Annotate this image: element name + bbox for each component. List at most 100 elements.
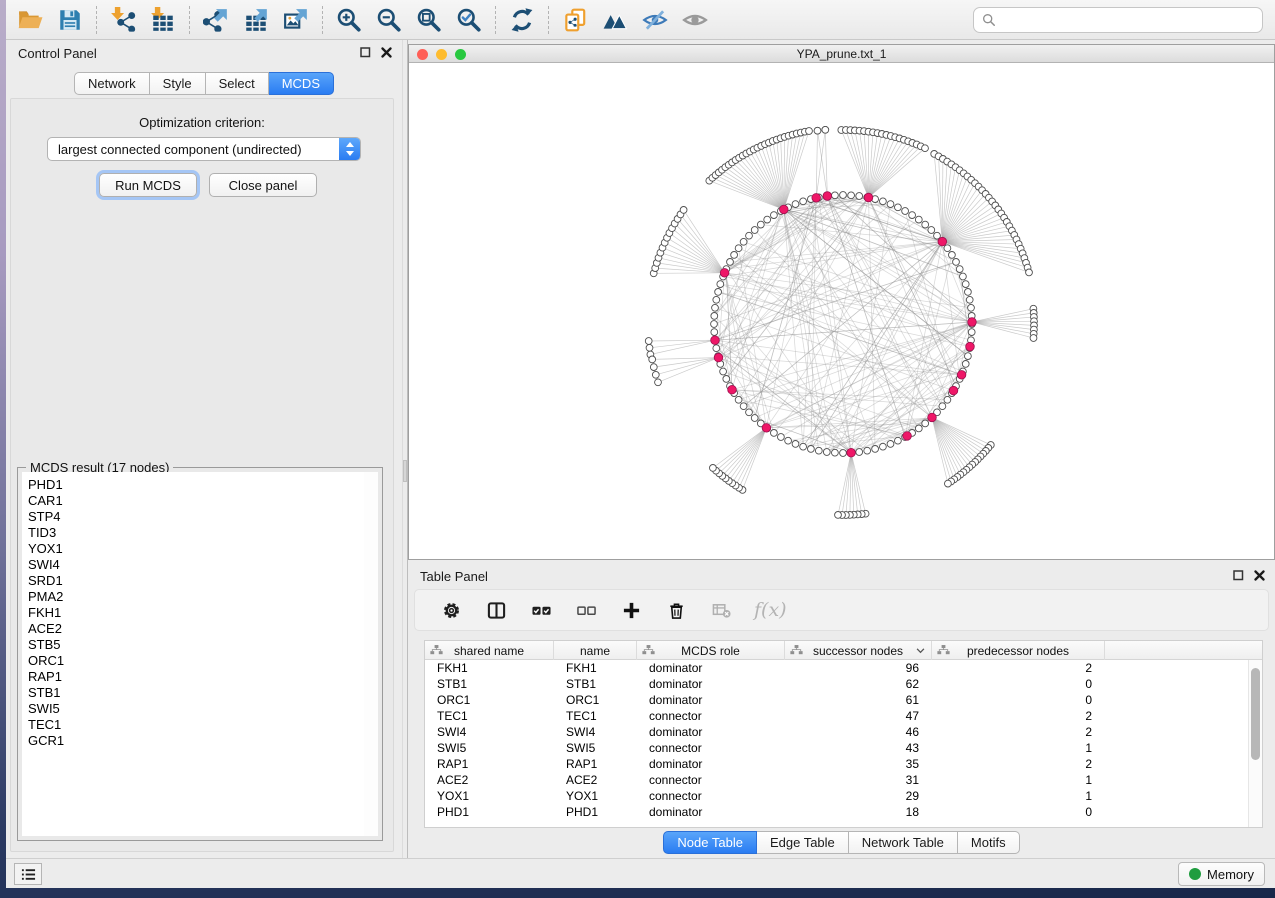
tab-select[interactable]: Select [206,72,269,95]
tab-edge-table[interactable]: Edge Table [757,831,849,854]
table-row[interactable]: SWI4SWI4dominator462 [425,724,1248,740]
network-view-window: YPA_prune.txt_1 [408,44,1275,560]
table-cell: dominator [637,676,785,692]
mcds-result-item[interactable]: PHD1 [22,477,364,493]
export-network-button[interactable] [196,3,236,37]
close-table-panel-icon[interactable] [1254,570,1265,581]
table-row[interactable]: ACE2ACE2connector311 [425,772,1248,788]
export-table-button[interactable] [236,3,276,37]
search-box[interactable] [973,7,1263,33]
open-button[interactable] [10,3,50,37]
toolbar-buttons [10,0,715,40]
add-button[interactable] [619,598,643,622]
mcds-result-item[interactable]: ORC1 [22,653,364,669]
select-all-button[interactable] [529,598,553,622]
mcds-result-item[interactable]: SWI4 [22,557,364,573]
criterion-dropdown[interactable]: largest connected component (undirected) [47,137,361,161]
table-panel-title: Table Panel [420,569,488,584]
mcds-result-item[interactable]: ACE2 [22,621,364,637]
table-cell: 1 [932,788,1105,804]
copy-network-button[interactable] [555,3,595,37]
column-header-mcds-role[interactable]: MCDS role [637,641,785,660]
zoom-in-button[interactable] [329,3,369,37]
search-input[interactable] [1001,10,1262,30]
columns-button[interactable] [484,598,508,622]
mcds-result-item[interactable]: RAP1 [22,669,364,685]
export-table-icon [243,7,269,33]
mcds-result-item[interactable]: YOX1 [22,541,364,557]
zoom-fit-button[interactable] [409,3,449,37]
table-row[interactable]: RAP1RAP1dominator352 [425,756,1248,772]
network-window-titlebar[interactable]: YPA_prune.txt_1 [409,45,1274,63]
scrollbar-thumb[interactable] [1251,668,1260,760]
mcds-result-item[interactable]: TID3 [22,525,364,541]
table-scrollbar[interactable] [1248,660,1262,827]
hide-selected-button[interactable] [635,3,675,37]
mcds-result-item[interactable]: STB5 [22,637,364,653]
column-header-predecessor-nodes[interactable]: predecessor nodes [932,641,1105,660]
tab-mcds[interactable]: MCDS [269,72,334,95]
tab-node-table[interactable]: Node Table [663,831,757,854]
table-cell: 0 [932,804,1105,820]
mcds-result-item[interactable]: STB1 [22,685,364,701]
control-panel-titlebar: Control Panel [6,40,402,66]
table-cell: TEC1 [425,708,554,724]
import-table-icon [150,7,176,33]
column-header-shared-name[interactable]: shared name [425,641,554,660]
table-row[interactable]: ORC1ORC1dominator610 [425,692,1248,708]
select-all-icon [532,601,551,620]
first-neighbors-button[interactable] [595,3,635,37]
run-mcds-button[interactable]: Run MCDS [99,173,197,197]
mcds-result-item[interactable]: CAR1 [22,493,364,509]
show-panels-button[interactable] [14,863,42,885]
deselect-all-button[interactable] [574,598,598,622]
close-panel-icon[interactable] [381,47,392,58]
table-row[interactable]: YOX1YOX1connector291 [425,788,1248,804]
float-panel-icon[interactable] [360,47,371,58]
tab-network-table[interactable]: Network Table [849,831,958,854]
tab-style[interactable]: Style [150,72,206,95]
table-cell: 18 [785,804,932,820]
table-row[interactable]: FKH1FKH1dominator962 [425,660,1248,676]
network-canvas[interactable] [409,63,1274,559]
mcds-result-item[interactable]: STP4 [22,509,364,525]
show-all-button[interactable] [675,3,715,37]
import-table-button[interactable] [143,3,183,37]
mcds-result-item[interactable]: GCR1 [22,733,364,749]
table-cell: dominator [637,804,785,820]
table-row[interactable]: STB1STB1dominator620 [425,676,1248,692]
table-row[interactable]: PHD1PHD1dominator180 [425,804,1248,820]
import-network-button[interactable] [103,3,143,37]
memory-button[interactable]: Memory [1178,862,1265,886]
zoom-out-icon [376,7,402,33]
table-row[interactable]: SWI5SWI5connector431 [425,740,1248,756]
mcds-result-item[interactable]: PMA2 [22,589,364,605]
export-image-button[interactable] [276,3,316,37]
table-cell: RAP1 [554,756,637,772]
mcds-result-item[interactable]: SWI5 [22,701,364,717]
table-row[interactable]: TEC1TEC1connector472 [425,708,1248,724]
zoom-out-button[interactable] [369,3,409,37]
float-table-panel-icon[interactable] [1233,570,1244,581]
tab-network[interactable]: Network [74,72,150,95]
column-header-successor-nodes[interactable]: successor nodes [785,641,932,660]
mcds-result-item[interactable]: TEC1 [22,717,364,733]
tab-motifs[interactable]: Motifs [958,831,1020,854]
gear-button[interactable] [439,598,463,622]
refresh-button[interactable] [502,3,542,37]
zoom-selected-button[interactable] [449,3,489,37]
table-cell: TEC1 [554,708,637,724]
column-header-name[interactable]: name [554,641,637,660]
table-cell: 1 [932,772,1105,788]
mcds-result-list[interactable]: PHD1CAR1STP4TID3YOX1SWI4SRD1PMA2FKH1ACE2… [22,472,378,836]
table-cell: 47 [785,708,932,724]
delete-button[interactable] [664,598,688,622]
mcds-result-item[interactable]: SRD1 [22,573,364,589]
close-panel-button[interactable]: Close panel [209,173,317,197]
tree-icon [642,644,655,656]
export-network-icon [203,7,229,33]
table-panel: Table Panel f(x) shared namenameMCDS rol… [408,563,1275,858]
save-button[interactable] [50,3,90,37]
mcds-result-item[interactable]: FKH1 [22,605,364,621]
table-cell: RAP1 [425,756,554,772]
